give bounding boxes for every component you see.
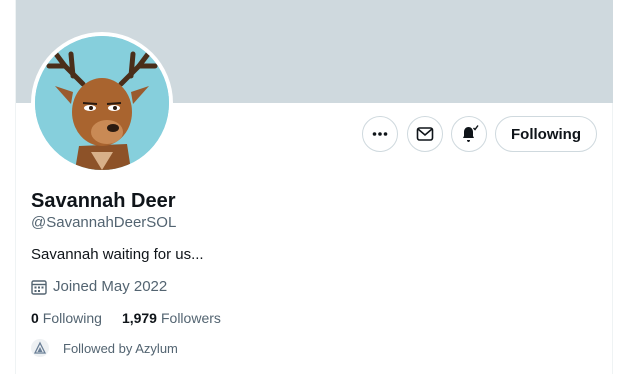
- notifications-button[interactable]: [451, 116, 487, 152]
- message-button[interactable]: [407, 116, 443, 152]
- followers-count: 1,979: [121, 310, 157, 326]
- following-stat-label: Following: [42, 310, 102, 326]
- following-count: 0: [31, 310, 39, 326]
- azylum-avatar: [31, 339, 49, 357]
- followed-by-row[interactable]: Followed by Azylum: [31, 339, 178, 357]
- bell-icon: [463, 125, 479, 142]
- following-button-label: Following: [511, 125, 581, 143]
- calendar-icon: [31, 279, 47, 295]
- mail-icon: [416, 127, 434, 141]
- deer-avatar-icon: [35, 36, 169, 170]
- user-handle: @SavannahDeerSOL: [31, 214, 177, 231]
- followed-by-text: Followed by Azylum: [63, 340, 178, 356]
- display-name: Savannah Deer: [31, 190, 176, 212]
- profile-avatar[interactable]: [31, 32, 173, 174]
- joined-date-text: Joined May 2022: [53, 278, 168, 295]
- profile-stats: 0 Following 1,979 Followers: [31, 310, 221, 326]
- followers-stat-link[interactable]: 1,979 Followers: [122, 310, 221, 326]
- followers-stat-label: Followers: [160, 310, 221, 326]
- following-stat-link[interactable]: 0 Following: [31, 310, 102, 326]
- more-icon: [372, 132, 388, 136]
- more-options-button[interactable]: [362, 116, 398, 152]
- azylum-avatar-icon: [33, 341, 47, 354]
- profile-bio: Savannah waiting for us...: [31, 246, 204, 263]
- following-button[interactable]: Following: [495, 116, 597, 152]
- joined-date: Joined May 2022: [31, 278, 167, 295]
